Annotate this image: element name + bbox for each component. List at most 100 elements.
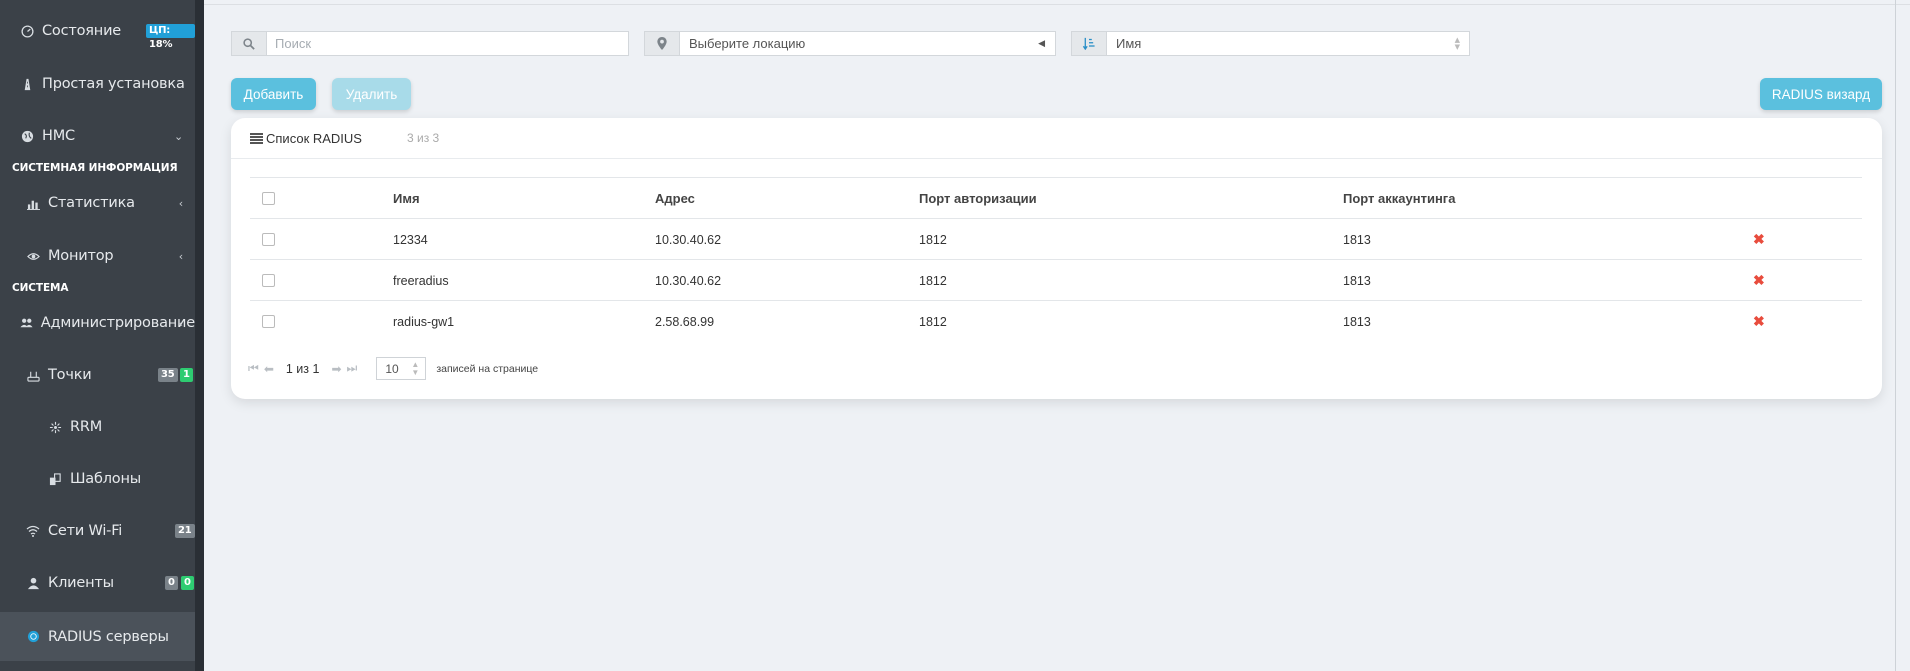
- sidebar-item-rrm[interactable]: RRM: [0, 405, 195, 449]
- sidebar-item-label: Точки: [48, 367, 92, 383]
- sidebar-item-label: Шаблоны: [70, 471, 142, 487]
- sidebar: Состояние ЦП: 18% Простая установка НМС …: [0, 0, 204, 671]
- sidebar-item-administration[interactable]: Администрирование ‹: [0, 301, 195, 345]
- rrm-icon: [46, 421, 64, 434]
- section-title-system-info: СИСТЕМНАЯ ИНФОРМАЦИЯ: [12, 162, 178, 174]
- row-name: 12334: [393, 232, 428, 247]
- record-count: 3 из 3: [406, 131, 440, 145]
- sort-arrows-icon: ▲ ▼: [1454, 35, 1460, 51]
- sidebar-item-label: RRM: [70, 419, 103, 435]
- sort-select-value: Имя: [1116, 36, 1142, 51]
- table-row[interactable]: 12334 10.30.40.62 1812 1813 ✖: [250, 218, 1862, 259]
- sort-filter[interactable]: Имя ▲ ▼: [1071, 31, 1470, 56]
- sidebar-item-label: Администрирование: [40, 315, 195, 331]
- globe-icon: [18, 130, 36, 143]
- caret-left-icon: ◀: [1038, 38, 1045, 49]
- card-header: Список RADIUS 3 из 3: [231, 118, 1882, 159]
- sidebar-item-label: Сети Wi-Fi: [48, 523, 123, 539]
- sort-icon: [1072, 32, 1107, 55]
- sidebar-item-access-points[interactable]: Точки 35 1: [0, 353, 195, 397]
- sidebar-item-label: НМС: [42, 128, 75, 144]
- next-page-icon[interactable]: ➡: [331, 362, 341, 376]
- row-auth-port: 1812: [919, 232, 947, 247]
- sidebar-item-radius-servers[interactable]: RADIUS серверы: [0, 612, 195, 661]
- prev-page-icon[interactable]: ⬅: [264, 362, 274, 376]
- eye-icon: [24, 250, 42, 263]
- wifi-networks-count-badge: 21: [175, 524, 195, 538]
- radius-wizard-button[interactable]: RADIUS визард: [1760, 78, 1882, 110]
- sort-arrows-icon: ▲ ▼: [411, 359, 420, 377]
- wifi-icon: [24, 525, 42, 537]
- per-page-value: 10: [385, 361, 399, 376]
- row-name: freeradius: [393, 273, 449, 288]
- column-header-auth-port[interactable]: Порт авторизации: [919, 178, 1037, 219]
- sidebar-item-monitor[interactable]: Монитор ‹: [0, 234, 195, 278]
- column-header-address[interactable]: Адрес: [655, 178, 695, 219]
- row-checkbox[interactable]: [262, 233, 275, 246]
- sidebar-item-templates[interactable]: Шаблоны: [0, 457, 195, 501]
- table-row[interactable]: radius-gw1 2.58.68.99 1812 1813 ✖: [250, 300, 1862, 341]
- row-address: 10.30.40.62: [655, 273, 722, 288]
- card-title-text: Список RADIUS: [266, 130, 362, 146]
- dashboard-icon: [18, 24, 36, 38]
- map-marker-icon: [645, 32, 680, 55]
- delete-row-icon[interactable]: ✖: [1753, 231, 1765, 248]
- chevron-left-icon: ‹: [178, 316, 183, 330]
- sidebar-item-nms[interactable]: НМС ⌄: [0, 114, 195, 158]
- bar-chart-icon: [24, 197, 42, 210]
- sidebar-item-label: Простая установка: [42, 76, 185, 92]
- templates-icon: [46, 472, 64, 486]
- row-acct-port: 1813: [1343, 314, 1371, 329]
- location-filter[interactable]: Выберите локацию ◀: [644, 31, 1056, 56]
- last-page-icon[interactable]: ⏭: [347, 361, 358, 376]
- row-name: radius-gw1: [393, 314, 455, 329]
- row-acct-port: 1813: [1343, 273, 1371, 288]
- sidebar-collapse-strip[interactable]: [195, 0, 204, 671]
- section-title-system: СИСТЕМА: [12, 282, 69, 294]
- column-header-acct-port[interactable]: Порт аккаунтинга: [1343, 178, 1455, 219]
- sidebar-item-status[interactable]: Состояние ЦП: 18%: [0, 9, 195, 53]
- users-icon: [18, 317, 35, 330]
- sidebar-item-easy-setup[interactable]: Простая установка: [0, 62, 195, 106]
- add-button[interactable]: Добавить: [231, 78, 316, 110]
- select-all-checkbox[interactable]: [262, 192, 275, 205]
- sidebar-item-label: Статистика: [48, 195, 135, 211]
- row-auth-port: 1812: [919, 273, 947, 288]
- delete-button[interactable]: Удалить: [332, 78, 411, 110]
- chevron-down-icon: ⌄: [173, 129, 183, 143]
- row-checkbox[interactable]: [262, 315, 275, 328]
- delete-row-icon[interactable]: ✖: [1753, 313, 1765, 330]
- row-auth-port: 1812: [919, 314, 947, 329]
- search-filter[interactable]: [231, 31, 629, 56]
- first-page-icon[interactable]: ⏮: [248, 361, 259, 376]
- pagination: ⏮ ⬅ 1 из 1 ➡ ⏭ 10 ▲ ▼ записей на странице: [248, 357, 538, 380]
- per-page-select[interactable]: 10 ▲ ▼: [376, 357, 427, 380]
- user-icon: [24, 577, 42, 590]
- list-icon: [250, 132, 263, 144]
- sidebar-item-wifi-networks[interactable]: Сети Wi-Fi 21: [0, 509, 195, 553]
- cpu-badge: ЦП: 18%: [146, 24, 195, 50]
- sidebar-item-statistics[interactable]: Статистика ‹: [0, 181, 195, 225]
- location-select-value: Выберите локацию: [689, 36, 806, 51]
- row-address: 10.30.40.62: [655, 232, 722, 247]
- sidebar-item-label: Клиенты: [48, 575, 114, 591]
- search-input[interactable]: [267, 32, 628, 55]
- sidebar-item-label: Состояние: [42, 23, 122, 39]
- clients-online-badge: 0: [181, 576, 194, 590]
- sidebar-item-clients[interactable]: Клиенты 0 0: [0, 561, 195, 605]
- search-icon: [232, 32, 267, 55]
- sidebar-item-label: RADIUS серверы: [48, 628, 169, 645]
- chevron-left-icon: ‹: [178, 249, 183, 263]
- per-page-label: записей на странице: [436, 362, 539, 375]
- row-checkbox[interactable]: [262, 274, 275, 287]
- sidebar-item-label: Монитор: [48, 248, 114, 264]
- router-icon: [24, 369, 42, 382]
- column-header-name[interactable]: Имя: [393, 178, 420, 219]
- access-points-online-badge: 1: [180, 368, 193, 382]
- right-edge-divider: [1895, 0, 1896, 671]
- radius-list-card: Список RADIUS 3 из 3 Имя Адрес Порт авто…: [231, 118, 1882, 399]
- delete-row-icon[interactable]: ✖: [1753, 272, 1765, 289]
- road-icon: [18, 78, 36, 91]
- table-row[interactable]: freeradius 10.30.40.62 1812 1813 ✖: [250, 259, 1862, 300]
- card-title: Список RADIUS: [250, 131, 362, 146]
